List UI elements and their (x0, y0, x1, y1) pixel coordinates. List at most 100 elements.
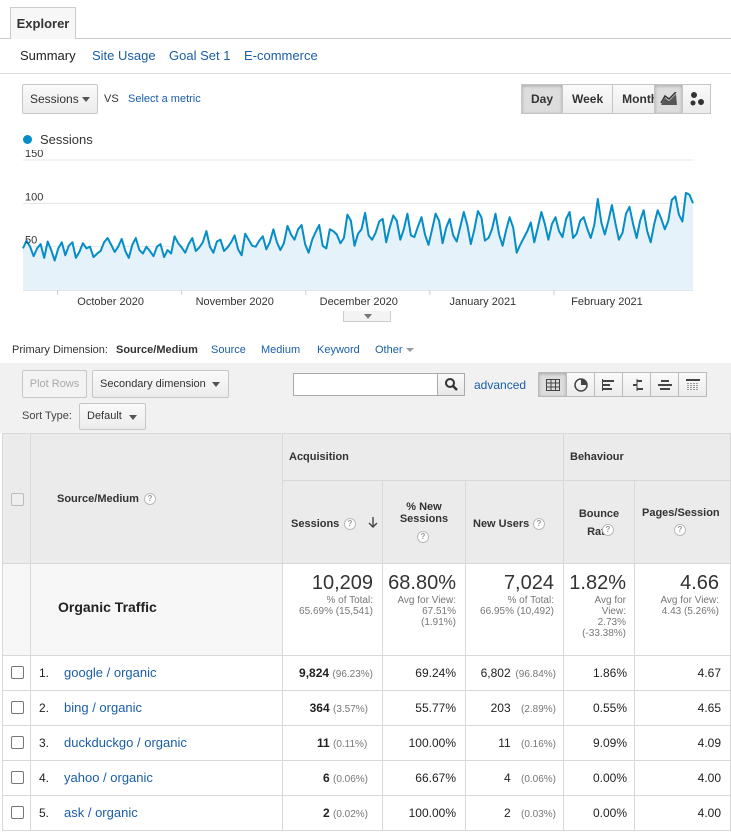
row-pages-cell: 4.65 (635, 691, 731, 726)
secondary-dimension-select[interactable]: Secondary dimension (92, 370, 229, 398)
vs-label: VS (104, 93, 119, 105)
sort-type-select[interactable]: Default (79, 403, 146, 430)
subtab-site-usage[interactable]: Site Usage (92, 48, 156, 63)
row-bounce-cell: 9.09% (564, 726, 635, 761)
row-number: 3. (39, 736, 50, 750)
x-tick-label: February 2021 (571, 296, 643, 308)
row-sessions-value: 2 (322, 806, 330, 820)
row-new-sessions-value: 69.24% (415, 666, 456, 680)
row-new-users-cell: 11 (0.16%) (466, 726, 564, 761)
help-icon[interactable]: ? (144, 493, 156, 505)
row-new-users-value: 6,802 (480, 666, 511, 680)
row-new-users-pct: (0.03%) (520, 809, 556, 820)
subtab-summary[interactable]: Summary (20, 48, 76, 63)
row-new-users-pct: (2.89%) (520, 704, 556, 715)
row-bounce-value: 0.00% (592, 806, 627, 820)
advanced-filter-link[interactable]: advanced (474, 378, 526, 392)
row-sessions-cell: 11 (0.11%) (283, 726, 383, 761)
dimension-keyword-link[interactable]: Keyword (317, 344, 360, 356)
pages-session-column-header[interactable]: Pages/Session ? (635, 481, 731, 564)
row-new-users-pct: (0.16%) (520, 739, 556, 750)
new-sessions-column-header[interactable]: % New Sessions ? (383, 481, 466, 564)
row-source-link[interactable]: duckduckgo / organic (64, 735, 187, 750)
summary-bounce-value: 1.82% (569, 572, 626, 594)
table-search-input[interactable] (293, 373, 438, 396)
row-dimension-cell: 1. google / organic (31, 656, 283, 691)
day-button[interactable]: Day (521, 84, 564, 114)
performance-view-button[interactable] (594, 372, 623, 397)
row-checkbox[interactable] (11, 736, 24, 749)
subtab-goal-set-1[interactable]: Goal Set 1 (169, 48, 230, 63)
summary-checkbox-cell (2, 564, 31, 656)
select-all-checkbox[interactable] (11, 493, 24, 506)
dimension-header[interactable]: Source/Medium ? (31, 433, 283, 564)
table-view-button[interactable] (538, 372, 567, 397)
row-pages-value: 4.67 (697, 666, 721, 680)
plot-rows-button[interactable]: Plot Rows (22, 370, 87, 398)
summary-sessions-cell: 10,209 % of Total: 65.69% (15,541) (283, 564, 383, 656)
search-button[interactable] (437, 373, 465, 396)
tab-explorer[interactable]: Explorer (10, 7, 76, 39)
row-pages-cell: 4.00 (635, 796, 731, 831)
dimension-other-dropdown[interactable]: Other (375, 344, 414, 356)
row-checkbox[interactable] (11, 701, 24, 714)
select-metric-link[interactable]: Select a metric (128, 93, 201, 105)
chart-type-group (654, 84, 711, 114)
week-button[interactable]: Week (562, 84, 614, 114)
select-all-cell (2, 433, 31, 564)
pivot-view-button[interactable] (678, 372, 707, 397)
dimension-source-link[interactable]: Source (211, 344, 246, 356)
row-checkbox[interactable] (11, 666, 24, 679)
help-icon[interactable]: ? (417, 531, 429, 543)
row-number: 5. (39, 806, 50, 820)
row-source-link[interactable]: google / organic (64, 665, 157, 680)
behaviour-group-header: Behaviour (564, 433, 731, 481)
row-sessions-cell: 6 (0.06%) (283, 761, 383, 796)
row-pages-cell: 4.09 (635, 726, 731, 761)
help-icon[interactable]: ? (344, 518, 356, 530)
help-icon[interactable]: ? (602, 524, 614, 536)
row-checkbox[interactable] (11, 771, 24, 784)
row-checkbox[interactable] (11, 806, 24, 819)
row-source-link[interactable]: ask / organic (64, 805, 138, 820)
x-tick-label: January 2021 (450, 296, 517, 308)
behaviour-label: Behaviour (570, 451, 624, 463)
summary-sessions-sub2: 65.69% (15,541) (299, 606, 373, 617)
comparison-view-button[interactable] (622, 372, 651, 397)
row-pages-cell: 4.00 (635, 761, 731, 796)
summary-new-sessions-cell: 68.80% Avg for View: 67.51% (1.91%) (383, 564, 466, 656)
help-icon[interactable]: ? (674, 524, 686, 536)
metric-select[interactable]: Sessions (22, 84, 98, 114)
motion-chart-button[interactable] (682, 84, 711, 114)
bounce-rate-column-header[interactable]: Bounce Rate ? (564, 481, 635, 564)
row-new-users-pct: (0.06%) (520, 774, 556, 785)
row-new-sessions-cell: 69.24% (383, 656, 466, 691)
chevron-down-icon (212, 382, 220, 387)
sessions-column-header[interactable]: Sessions ? (283, 481, 383, 564)
sort-type-label: Sort Type: (22, 410, 72, 422)
help-icon[interactable]: ? (533, 518, 545, 530)
summary-pages-sub2: 4.43 (5.26%) (661, 606, 719, 617)
term-cloud-view-button[interactable] (650, 372, 679, 397)
summary-pages-value: 4.66 (680, 572, 719, 594)
summary-bounce-sub4: (-33.38%) (582, 628, 626, 639)
row-source-link[interactable]: yahoo / organic (64, 770, 153, 785)
row-source-link[interactable]: bing / organic (64, 700, 142, 715)
row-new-users-cell: 6,802 (96.84%) (466, 656, 564, 691)
pie-view-icon (573, 377, 588, 392)
row-new-users-value: 2 (503, 806, 511, 820)
row-new-sessions-cell: 100.00% (383, 726, 466, 761)
line-chart-button[interactable] (654, 84, 683, 114)
subtab-e-commerce[interactable]: E-commerce (244, 48, 318, 63)
row-bounce-cell: 0.55% (564, 691, 635, 726)
row-new-users-value: 203 (490, 701, 511, 715)
chevron-down-icon (129, 415, 137, 420)
chart-collapse-handle[interactable] (343, 311, 391, 322)
new-users-column-header[interactable]: New Users ? (466, 481, 564, 564)
sessions-chart: October 2020 November 2020 December 2020 Ja… (22, 150, 694, 308)
summary-sessions-value: 10,209 (311, 572, 373, 594)
pie-view-button[interactable] (566, 372, 595, 397)
row-sessions-pct: (3.57%) (333, 704, 369, 715)
row-dimension-cell: 5. ask / organic (31, 796, 283, 831)
dimension-medium-link[interactable]: Medium (261, 344, 300, 356)
